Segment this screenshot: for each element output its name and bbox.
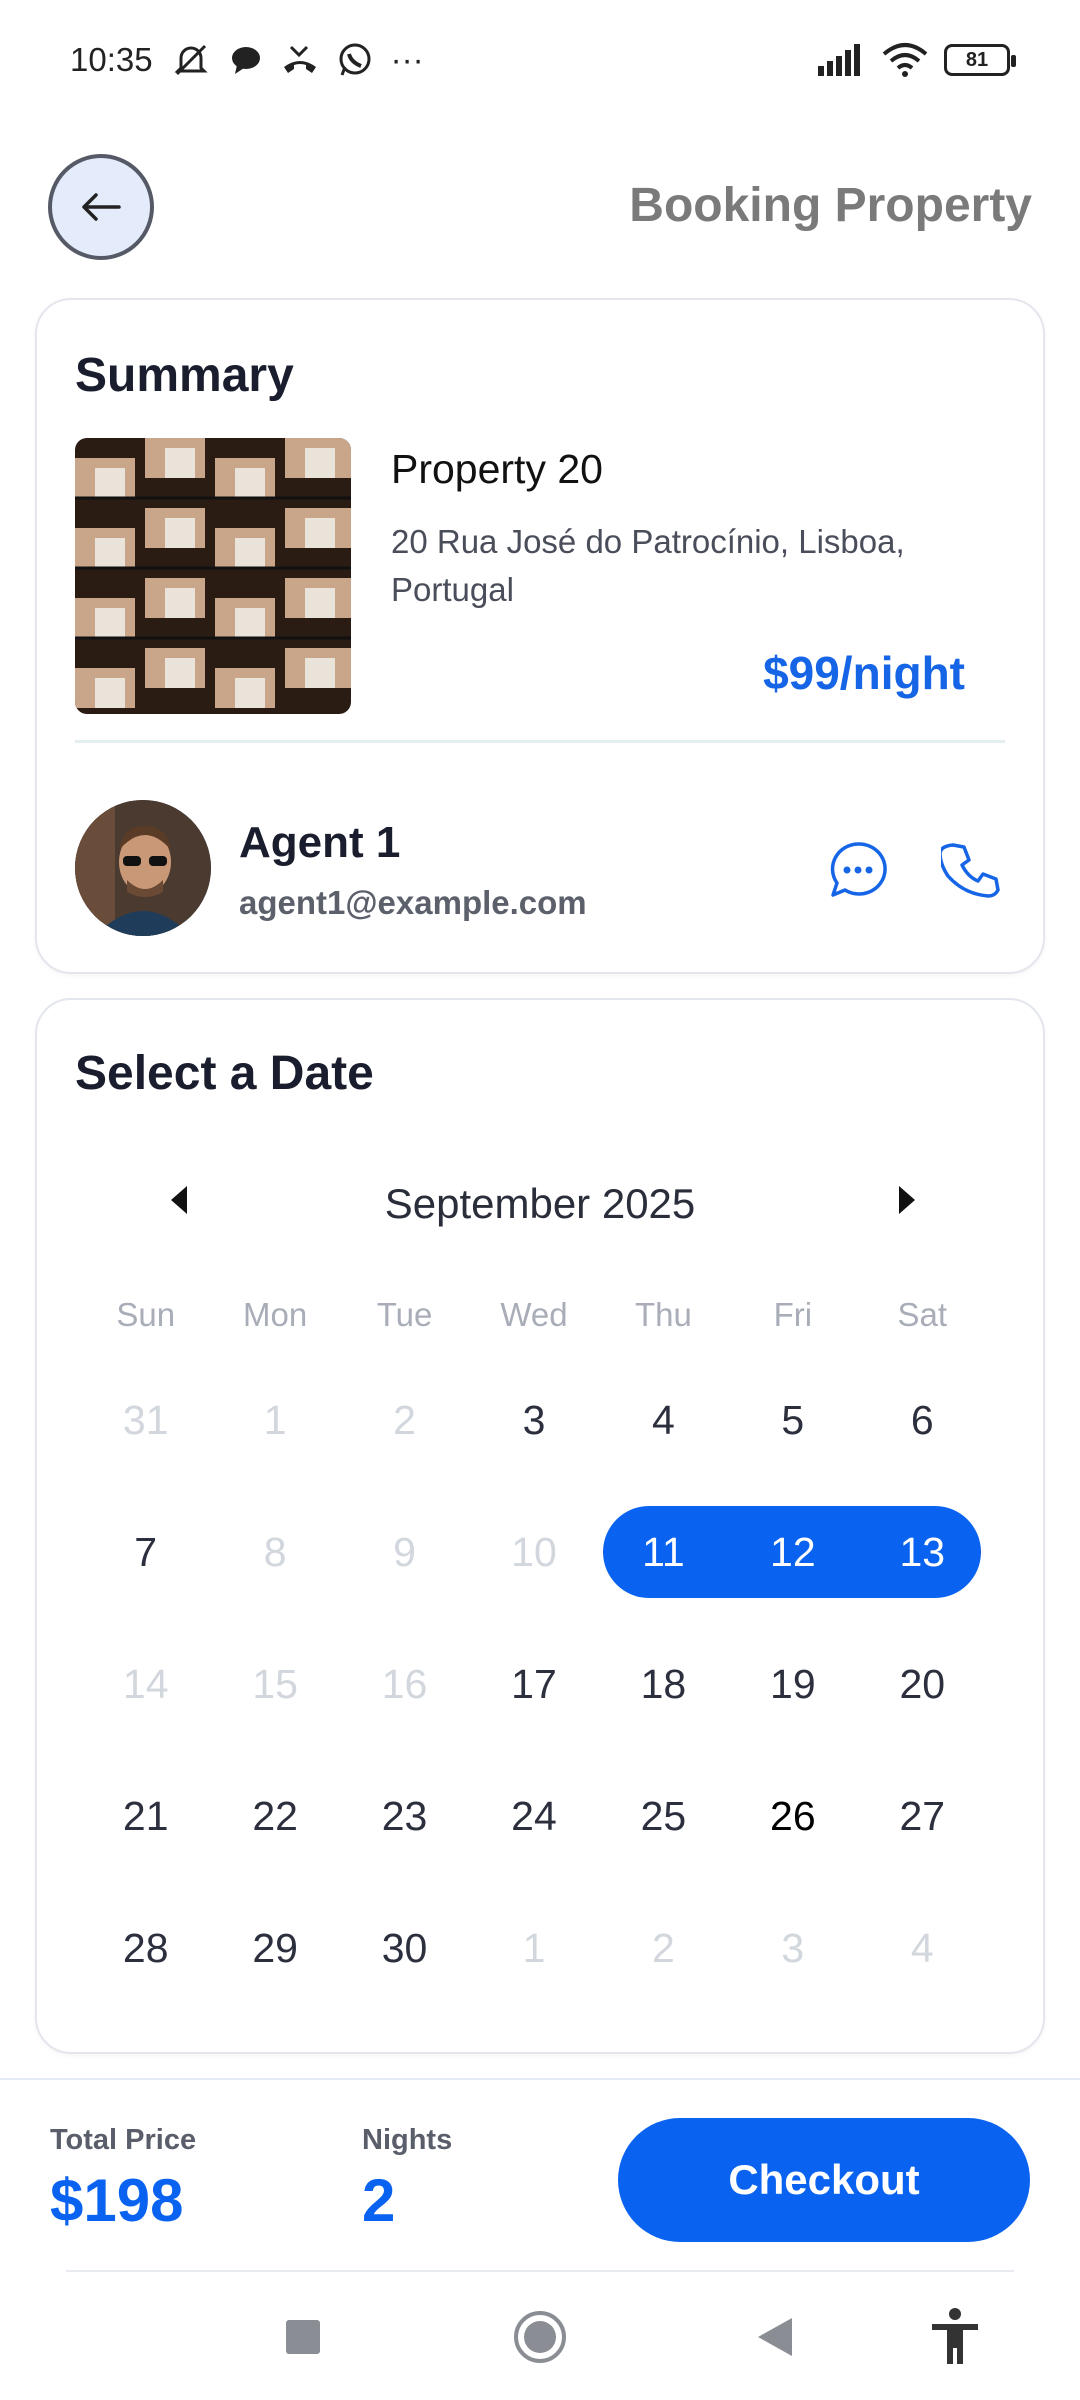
message-icon (231, 47, 260, 74)
home-button[interactable] (505, 2302, 575, 2372)
accessibility-icon (932, 2308, 978, 2364)
page-title: Booking Property (629, 179, 1032, 232)
next-month-button[interactable] (887, 1180, 927, 1220)
calendar-week-row: 14 15 16 17 18 19 20 (81, 1638, 987, 1770)
calendar-day-disabled: 10 (511, 1528, 557, 1575)
phone-icon (941, 843, 1000, 898)
calendar-day-disabled: 2 (393, 1396, 416, 1443)
weekday: Mon (243, 1296, 308, 1333)
property-price: $99/night (763, 647, 965, 699)
calendar-day[interactable]: 3 (469, 1374, 598, 1466)
calendar-day[interactable]: 7 (81, 1506, 210, 1598)
calendar-day[interactable]: 21 (81, 1770, 210, 1862)
chat-agent-button[interactable] (823, 836, 893, 906)
battery-level: 81 (965, 48, 989, 71)
calendar-day-disabled: 15 (252, 1660, 298, 1707)
nights-value: 2 (362, 2167, 396, 2234)
status-left: 10:35 ··· (70, 41, 424, 79)
calendar-day-disabled: 14 (122, 1660, 169, 1707)
calendar-day[interactable]: 28 (81, 1902, 210, 1994)
system-nav-bar (0, 2272, 1080, 2400)
signal-icon (818, 44, 860, 76)
summary-divider (75, 740, 1005, 743)
weekday: Wed (500, 1296, 568, 1333)
status-right: 81 (818, 42, 1016, 78)
agent-email: agent1@example.com (239, 884, 587, 921)
calendar-day[interactable]: 18 (599, 1638, 728, 1730)
calendar-day-disabled: 16 (381, 1660, 428, 1707)
back-button[interactable] (48, 154, 154, 260)
agent-avatar (75, 800, 211, 936)
agent-name: Agent 1 (239, 818, 401, 867)
weekday-header: Sun Mon Tue Wed Thu Fri Sat (81, 1296, 987, 1334)
checkout-button[interactable]: Checkout (618, 2118, 1030, 2242)
calendar-day-disabled: 1 (263, 1396, 287, 1443)
nights-label: Nights (362, 2124, 453, 2156)
square-icon (286, 2320, 320, 2354)
date-title: Select a Date (75, 1047, 374, 1100)
caret-right-icon (899, 1186, 915, 1214)
recents-button[interactable] (268, 2302, 338, 2372)
call-agent-button[interactable] (937, 836, 1007, 906)
calendar-week-row: 28 29 30 1 2 3 4 (81, 1902, 987, 2034)
wifi-icon (882, 43, 928, 77)
calendar-day[interactable]: 23 (340, 1770, 469, 1862)
missed-call-icon (283, 45, 316, 73)
calendar-day[interactable]: 29 (210, 1902, 339, 1994)
calendar-day-selected[interactable]: 11 (599, 1506, 728, 1598)
calendar-day[interactable]: 22 (210, 1770, 339, 1862)
calendar-day[interactable]: 17 (469, 1638, 598, 1730)
property-image[interactable] (75, 438, 351, 714)
back-nav-button[interactable] (740, 2302, 810, 2372)
arrow-left-icon (82, 193, 121, 221)
property-address: 20 Rua José do Patrocínio, Lisboa, Portu… (391, 523, 905, 608)
calendar-day[interactable]: 25 (599, 1770, 728, 1862)
weekday: Fri (773, 1296, 813, 1333)
weekday: Thu (634, 1296, 692, 1333)
checkout-bar: Total Price $198 Nights 2 Checkout (0, 2078, 1080, 2268)
home-circle-icon (514, 2311, 566, 2363)
property-name: Property 20 (391, 446, 603, 492)
triangle-back-icon (758, 2318, 792, 2356)
calendar-day[interactable]: 30 (340, 1902, 469, 1994)
total-price-label: Total Price (50, 2124, 197, 2156)
calendar-day-disabled: 9 (393, 1528, 416, 1575)
summary-title: Summary (75, 349, 294, 402)
accessibility-button[interactable] (920, 2302, 990, 2372)
mute-icon (173, 44, 208, 76)
calendar-day[interactable]: 24 (469, 1770, 598, 1862)
calendar-day[interactable]: 6 (858, 1374, 987, 1466)
calendar-day-disabled: 3 (781, 1924, 805, 1971)
weekday: Sat (897, 1296, 948, 1333)
calendar-day[interactable]: 4 (599, 1374, 728, 1466)
summary-card: Summary Property 20 20 Rua José do Patro… (35, 298, 1045, 974)
calendar-week-row: 21 22 23 24 25 26 27 (81, 1770, 987, 1902)
calendar-day-selected[interactable]: 12 (728, 1506, 857, 1598)
calendar-day-selected[interactable]: 13 (858, 1506, 987, 1598)
chat-icon (830, 842, 887, 897)
calendar-day-disabled: 31 (122, 1396, 169, 1443)
status-time: 10:35 (70, 41, 153, 78)
whatsapp-icon (339, 43, 371, 76)
calendar-day-disabled: 8 (263, 1528, 287, 1575)
calendar-day[interactable]: 26 (728, 1770, 857, 1862)
weekday: Tue (376, 1296, 433, 1333)
calendar-day-disabled: 1 (522, 1924, 546, 1971)
calendar-day[interactable]: 20 (858, 1638, 987, 1730)
calendar-week-row: 7 8 9 10 11 12 13 (81, 1506, 987, 1638)
calendar-day[interactable]: 5 (728, 1374, 857, 1466)
weekday: Sun (116, 1296, 176, 1333)
calendar-grid: 31 1 2 3 4 5 6 7 8 9 10 11 12 13 14 15 16 17 18 19 20 21 22 23 2… (81, 1374, 987, 2034)
battery-icon: 81 (944, 44, 1016, 76)
calendar-day[interactable]: 27 (858, 1770, 987, 1862)
calendar-day-disabled: 4 (910, 1924, 934, 1971)
total-price-value: $198 (50, 2167, 184, 2234)
calendar-day[interactable]: 19 (728, 1638, 857, 1730)
more-notifications: ··· (390, 41, 424, 78)
date-card: Select a Date September 2025 Sun Mon Tue… (35, 998, 1045, 2054)
calendar-day-disabled: 2 (651, 1924, 675, 1971)
status-bar: 10:35 ··· 81 (0, 0, 1080, 120)
calendar-week-row: 31 1 2 3 4 5 6 (81, 1374, 987, 1506)
